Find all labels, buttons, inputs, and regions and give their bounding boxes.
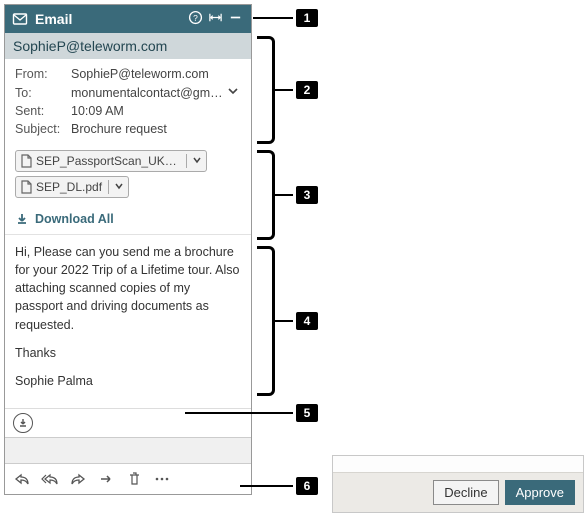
attachment-chevron-icon[interactable]: [186, 154, 206, 168]
to-label: To:: [15, 86, 71, 100]
expand-icon[interactable]: [205, 10, 225, 28]
reply-all-icon[interactable]: [41, 470, 59, 488]
callout-num: 2: [296, 81, 318, 99]
titlebar: Email ?: [5, 5, 251, 33]
file-icon: [16, 180, 36, 194]
sent-value: 10:09 AM: [71, 104, 241, 118]
callout-1: 1: [296, 9, 318, 27]
file-icon: [16, 154, 36, 168]
sent-row: Sent: 10:09 AM: [15, 102, 241, 120]
minimize-icon[interactable]: [225, 10, 245, 28]
attachment-name: SEP_PassportScan_UK_.pdf: [36, 154, 186, 168]
attachment-chip[interactable]: SEP_PassportScan_UK_.pdf: [15, 150, 207, 172]
callout-bracket: [257, 150, 275, 240]
attachment-name: SEP_DL.pdf: [36, 180, 108, 194]
callout-line: [253, 17, 293, 19]
approval-bar: Decline Approve: [333, 472, 583, 512]
callout-num: 5: [296, 404, 318, 422]
subject-value: Brochure request: [71, 122, 241, 136]
callout-num: 1: [296, 9, 318, 27]
from-value: SophieP@teleworm.com: [71, 67, 241, 81]
to-row: To: monumentalcontact@gmail.c...: [15, 83, 241, 102]
subject-row: Subject: Brochure request: [15, 120, 241, 138]
approve-button[interactable]: Approve: [505, 480, 575, 505]
callout-bracket: [257, 246, 275, 396]
email-meta: From: SophieP@teleworm.com To: monumenta…: [5, 59, 251, 148]
from-row: From: SophieP@teleworm.com: [15, 65, 241, 83]
callout-line: [275, 89, 293, 91]
body-para: Thanks: [15, 344, 241, 362]
callout-line: [275, 194, 293, 196]
callout-line: [240, 485, 293, 487]
approval-dialog: Decline Approve: [332, 455, 584, 513]
mail-icon: [11, 10, 29, 28]
from-label: From:: [15, 67, 71, 81]
callout-bracket: [257, 36, 275, 144]
callout-3: 3: [296, 186, 318, 204]
subject-label: Subject:: [15, 122, 71, 136]
sender-header: SophieP@teleworm.com: [5, 33, 251, 59]
callout-num: 3: [296, 186, 318, 204]
delete-icon[interactable]: [125, 470, 143, 488]
action-bar: [5, 463, 251, 494]
help-icon[interactable]: ?: [185, 10, 205, 28]
body-para: Hi, Please can you send me a brochure fo…: [15, 243, 241, 334]
callout-num: 6: [296, 477, 318, 495]
download-circle-icon[interactable]: [13, 413, 33, 433]
attachment-chip[interactable]: SEP_DL.pdf: [15, 176, 129, 198]
email-panel: Email ? SophieP@teleworm.com From: Sophi…: [4, 4, 252, 495]
attachments: SEP_PassportScan_UK_.pdf SEP_DL.pdf: [5, 148, 251, 206]
callout-5: 5: [296, 404, 318, 422]
callout-line: [185, 412, 293, 414]
callout-line: [275, 320, 293, 322]
body-para: Sophie Palma: [15, 372, 241, 390]
callout-4: 4: [296, 312, 318, 330]
svg-text:?: ?: [193, 13, 198, 23]
title-text: Email: [35, 11, 185, 27]
forward-icon[interactable]: [69, 470, 87, 488]
decline-button[interactable]: Decline: [433, 480, 498, 505]
compose-bar[interactable]: [5, 437, 251, 463]
callout-num: 4: [296, 312, 318, 330]
callout-2: 2: [296, 81, 318, 99]
attachment-chevron-icon[interactable]: [108, 180, 128, 194]
more-icon[interactable]: [153, 470, 171, 488]
callout-6: 6: [296, 477, 318, 495]
download-icon: [15, 212, 29, 226]
sent-label: Sent:: [15, 104, 71, 118]
email-body: Hi, Please can you send me a brochure fo…: [5, 235, 251, 408]
chevron-down-icon[interactable]: [225, 85, 241, 100]
reply-icon[interactable]: [13, 470, 31, 488]
to-value: monumentalcontact@gmail.c...: [71, 86, 225, 100]
download-all-label: Download All: [35, 212, 114, 226]
send-icon[interactable]: [97, 470, 115, 488]
download-all-button[interactable]: Download All: [5, 206, 251, 235]
